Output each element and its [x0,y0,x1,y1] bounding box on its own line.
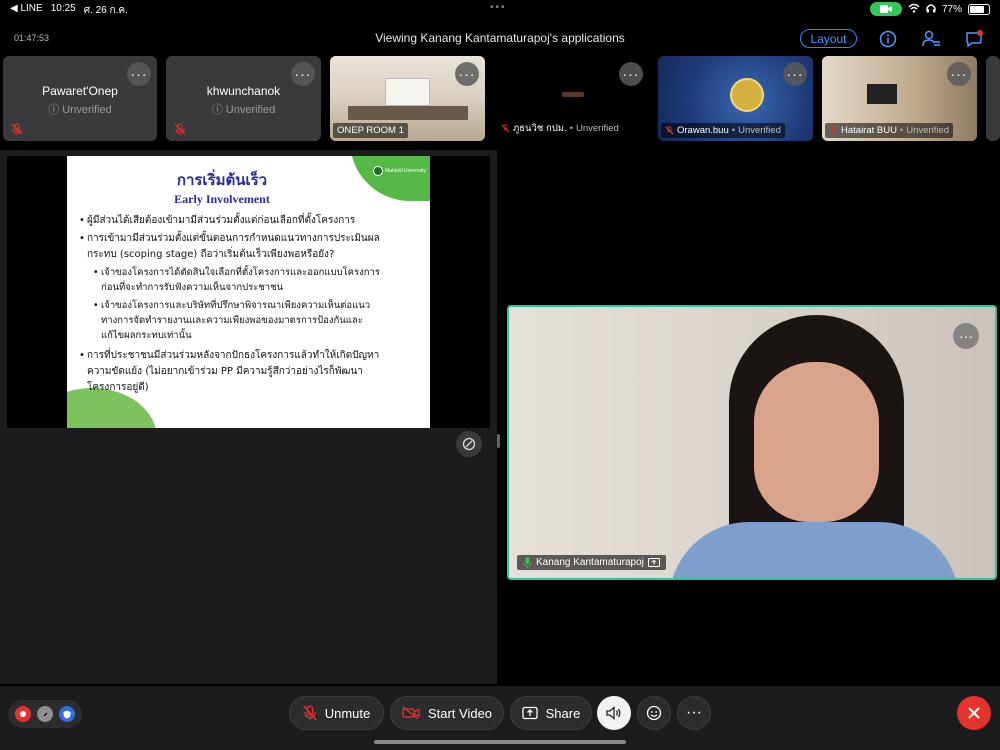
leave-meeting-button[interactable] [957,696,991,730]
mic-muted-icon [303,705,317,721]
active-speaker-video[interactable]: ··· Kanang Kantamaturapoj [507,305,997,580]
verification-status: ⓘ Unverified [211,104,276,116]
link-icon [37,706,53,722]
back-to-app-link[interactable]: ◀ LINE [10,3,43,18]
meeting-header: 01:47:53 Viewing Kanang Kantamaturapoj's… [0,26,1000,52]
unmute-button[interactable]: Unmute [289,696,384,730]
participant-caption: Hatairat BUU • Unverified [825,123,954,138]
battery-percent: 77% [941,3,962,15]
more-options-icon[interactable]: ··· [619,62,643,86]
slide-sub-bullet-cont: ก่อนที่จะทำการรับฟังความเห็นจากประชาชน [101,282,284,293]
screen-share-icon [647,558,660,567]
presentation-slide: Mahidol University การเริ่มต้นเร็ว Early… [67,156,430,428]
start-video-button[interactable]: Start Video [390,696,504,730]
more-options-icon[interactable]: ··· [783,62,807,86]
camera-in-use-icon [869,2,902,16]
question-circle-icon: ⓘ [48,104,63,116]
mic-muted-icon [501,124,510,133]
mic-muted-icon [174,123,186,135]
video-feed [562,92,584,97]
annotate-icon[interactable] [456,431,482,457]
clock: 10:25 [50,3,76,14]
start-video-label: Start Video [427,705,493,721]
conference-table [348,106,468,120]
slide-sub-bullet: เจ้าของโครงการและบริษัทที่ปรึกษาพิจารณาเ… [93,298,370,314]
mic-muted-icon [665,126,674,135]
home-indicator[interactable] [374,740,626,744]
unmute-label: Unmute [324,705,371,721]
slide-bullet-cont: ความขัดแย้ง (ไม่อยากเข้าร่วม PP มีความรู… [87,366,363,377]
status-indicators[interactable] [8,700,82,728]
speaker-figure [669,522,959,578]
share-label: Share [545,705,581,721]
security-shield-icon [59,706,75,722]
slide-sub-bullet: เจ้าของโครงการได้ตัดสินใจเลือกที่ตั้งโคร… [93,265,380,281]
university-logo: Mahidol University [373,166,426,176]
more-icon: ··· [686,704,702,721]
mic-active-icon [523,557,532,568]
slide-bullet-cont: โครงการอยู่ดี) [87,382,149,393]
multitask-dots-icon[interactable]: ••• [490,2,507,13]
more-button[interactable]: ··· [677,696,711,730]
mic-muted-icon [829,126,838,135]
battery-icon [968,3,990,15]
participant-video-tile[interactable]: ··· Hatairat BUU • Unverified [822,56,977,141]
slide-title: การเริ่มต้นเร็ว [176,171,268,189]
verification-status: ⓘ Unverified [48,104,112,116]
close-icon [968,707,980,719]
participant-caption: ภูธนวิช กปม. • Unverified [497,119,623,138]
slide-bullet-cont: กระทบ (scoping stage) ถือว่าเริ่มต้นเร็ว… [87,249,335,260]
participant-tile[interactable]: ··· khwunchanok ⓘ Unverified [166,56,321,141]
more-options-icon[interactable]: ··· [947,62,971,86]
participant-name: khwunchanok [206,84,281,98]
share-button[interactable]: Share [510,696,592,730]
info-icon[interactable] [878,29,898,49]
mic-muted-icon [11,123,23,135]
participant-name: Pawaret'Onep [42,84,118,98]
more-options-icon[interactable]: ··· [953,323,979,349]
participant-strip[interactable]: ··· Pawaret'Onep ⓘ Unverified ··· khwunc… [0,56,1000,142]
speaker-figure [754,362,879,522]
participant-video-tile[interactable]: ··· Orawan.buu • Unverified [658,56,813,141]
participant-caption: ONEP ROOM 1 [333,123,408,138]
more-options-icon[interactable]: ··· [455,62,479,86]
chat-icon[interactable] [964,29,984,49]
tv-screen [867,84,897,104]
reactions-button[interactable] [637,696,671,730]
layout-button[interactable]: Layout [800,29,857,48]
speaker-caption: Kanang Kantamaturapoj [517,555,666,570]
projector-screen [385,78,430,106]
slide-subtitle: Early Involvement [174,192,270,206]
participant-video-tile[interactable]: ··· ONEP ROOM 1 [330,56,485,141]
ios-status-bar: ◀ LINE 10:25 ศ. 26 ก.ค. ••• 77% [0,0,1000,18]
wifi-icon [908,3,920,16]
more-options-icon[interactable]: ··· [127,62,151,86]
participant-tile-partial[interactable] [986,56,1000,141]
participant-video-tile[interactable]: ··· ภูธนวิช กปม. • Unverified [494,56,649,141]
more-options-icon[interactable]: ··· [291,62,315,86]
share-screen-icon [521,706,538,720]
slide-bullet: การที่ประชาชนมีส่วนร่วมหลังจากปักธงโครงก… [79,348,379,364]
slide-bullet: การเข้ามามีส่วนร่วมตั้งแต่ขั้นตอนการกำหน… [79,231,380,247]
slide-sub-bullet-cont: ทางการจัดทำรายงานและความเพียงพอของมาตรกา… [101,315,363,326]
audio-output-button[interactable] [597,696,631,730]
recording-icon [15,706,31,722]
date: ศ. 26 ก.ค. [83,5,128,16]
camera-off-icon [402,706,420,720]
participant-caption: Orawan.buu • Unverified [661,123,785,138]
headphones-icon [926,3,936,16]
split-resize-handle[interactable] [497,434,500,448]
slide-sub-bullet-cont: แก้ไขผลกระทบเท่านั้น [101,330,192,341]
logo-emblem [730,78,764,112]
participant-tile[interactable]: ··· Pawaret'Onep ⓘ Unverified [3,56,157,141]
slide-bullet: ผู้มีส่วนได้เสียต้องเข้ามามีส่วนร่วมตั้ง… [79,213,355,229]
speaker-icon [606,706,621,720]
participants-icon[interactable] [921,29,941,49]
reactions-icon [646,705,662,721]
question-circle-icon: ⓘ [211,104,226,116]
